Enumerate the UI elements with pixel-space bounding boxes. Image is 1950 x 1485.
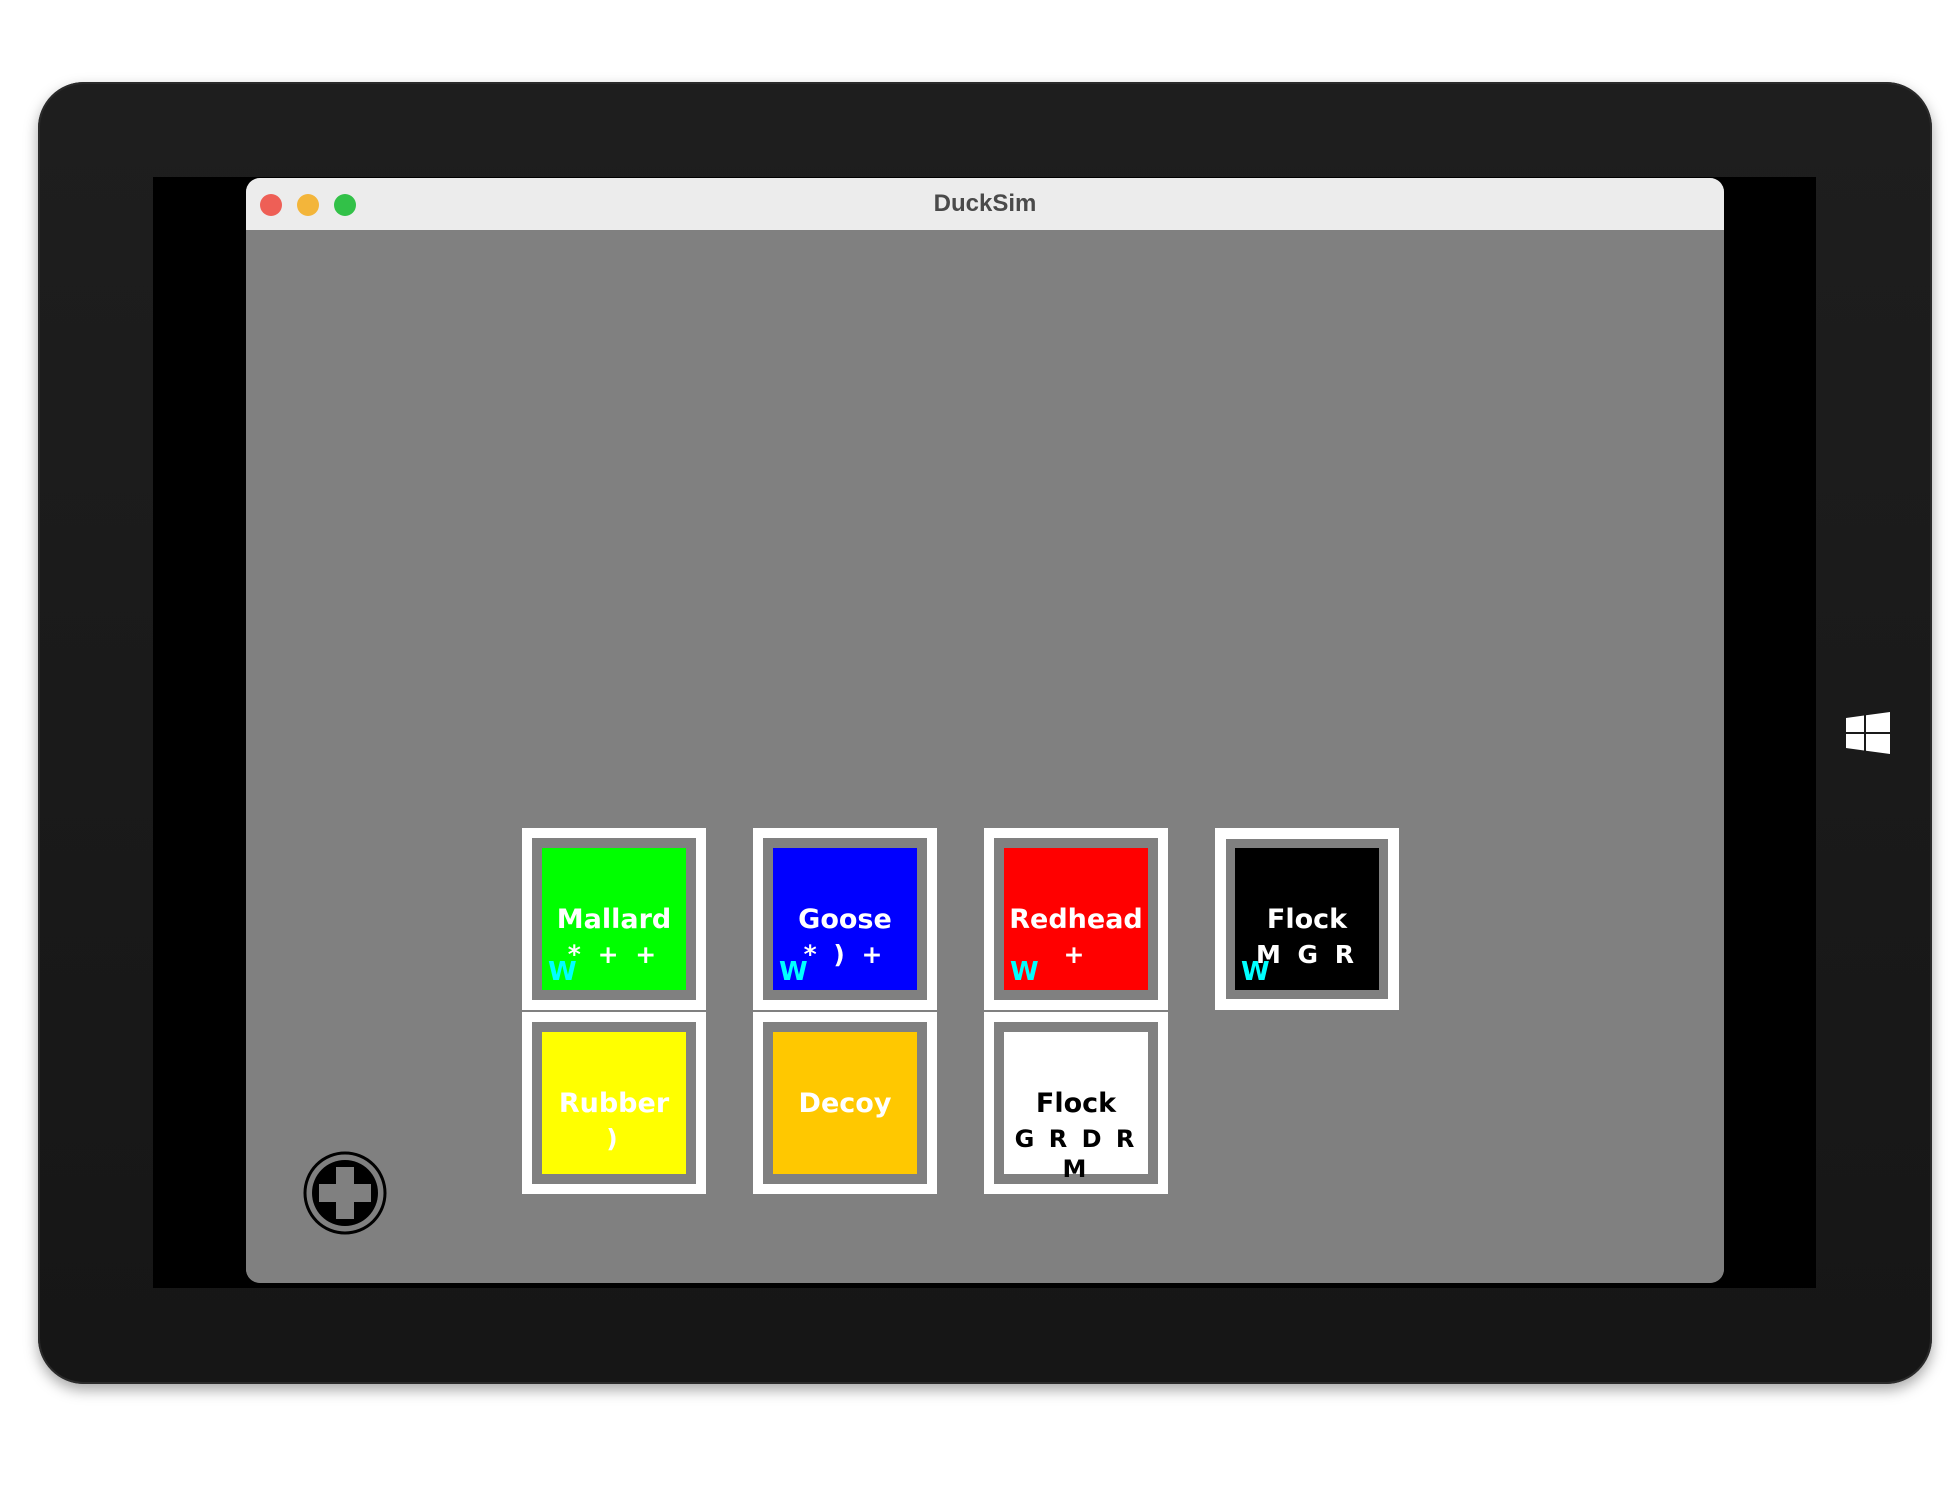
duck-card-decoy[interactable]: Decoy [753, 1012, 937, 1194]
duck-card-flock-black[interactable]: Flock M G R W [1215, 828, 1399, 1010]
card-name: Redhead [1009, 904, 1143, 935]
duck-card-mallard[interactable]: Mallard * + + W [522, 828, 706, 1010]
simulation-canvas: Mallard * + + W Goose * ) + W Redhead + … [246, 230, 1724, 1283]
app-window: DuckSim Mallard * + + W Goose * ) + W Re… [246, 178, 1724, 1283]
duck-card-flock-white[interactable]: Flock G R D R M [984, 1012, 1168, 1194]
title-bar[interactable]: DuckSim [246, 178, 1724, 231]
card-name: Mallard [556, 904, 672, 935]
duck-card-redhead[interactable]: Redhead + W [984, 828, 1168, 1010]
card-face: Rubber ) [542, 1032, 686, 1174]
card-face: Flock M G R W [1226, 839, 1388, 999]
card-w-marker: W [1010, 957, 1039, 987]
card-face: Mallard * + + W [542, 848, 686, 990]
card-name: Goose [798, 904, 892, 935]
card-w-marker: W [548, 957, 577, 987]
card-behaviors: G R D R M [1014, 1125, 1138, 1183]
window-title: DuckSim [933, 190, 1037, 217]
card-name: Decoy [798, 1088, 892, 1119]
card-face: Decoy [773, 1032, 917, 1174]
card-name: Rubber [558, 1088, 670, 1119]
card-w-marker: W [779, 957, 808, 987]
card-name: Flock [1035, 1088, 1117, 1119]
plus-circle-icon[interactable] [302, 1150, 388, 1236]
card-face: Flock G R D R M [1004, 1032, 1148, 1183]
card-behaviors: ) [606, 1124, 622, 1153]
card-face: Goose * ) + W [773, 848, 917, 990]
duck-card-goose[interactable]: Goose * ) + W [753, 828, 937, 1010]
card-name: Flock [1266, 904, 1348, 935]
card-face: Redhead + W [1004, 848, 1148, 990]
duck-card-rubber[interactable]: Rubber ) [522, 1012, 706, 1194]
windows-logo-icon[interactable] [1846, 712, 1890, 754]
card-w-marker: W [1241, 957, 1270, 987]
